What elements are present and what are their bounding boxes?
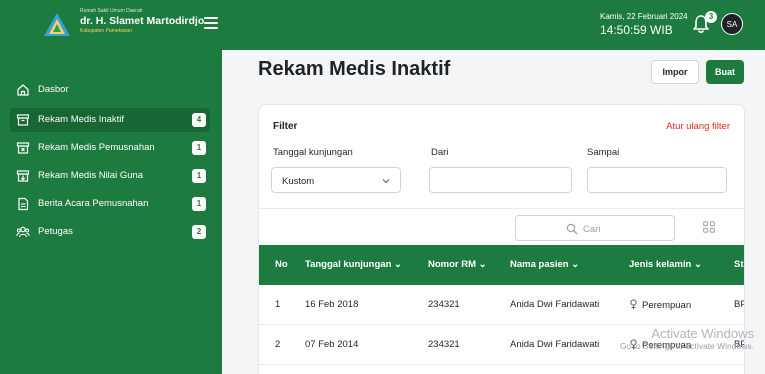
to-date-input[interactable]: [587, 167, 727, 193]
sidebar-item-dasbor[interactable]: Dasbor: [10, 78, 210, 102]
column-header-label: Nomor RM: [428, 259, 477, 270]
archive-icon: [16, 114, 30, 126]
search-input[interactable]: Cari: [515, 215, 675, 241]
sidebar-item-label: Rekam Medis Nilai Guna: [38, 170, 144, 181]
cell-no: 1: [275, 299, 281, 310]
sidebar-item-label: Rekam Medis Inaktif: [38, 114, 125, 125]
sidebar-item-petugas[interactable]: Petugas 2: [10, 220, 210, 244]
cell-rm-number: 234321: [428, 299, 460, 310]
column-header-label: Tanggal kunjungan: [305, 259, 392, 270]
create-button[interactable]: Buat: [706, 60, 744, 84]
cell-visit-date: 16 Feb 2018: [305, 299, 359, 310]
cell-patient-name: Anida Dwi Faridawati: [510, 299, 600, 310]
cell-status: BPJS: [734, 299, 744, 310]
menu-toggle-icon[interactable]: [204, 17, 218, 29]
visit-date-value: Kustom: [282, 176, 315, 187]
brand-name: dr. H. Slamet Martodirdjo: [80, 15, 205, 27]
column-header-label: Nama pasien: [510, 259, 569, 270]
sidebar-item-rekam-medis-pemusnahan[interactable]: Rekam Medis Pemusnahan 1: [10, 136, 210, 160]
datetime: Kamis, 22 Februari 2024 14:50:59 WIB: [600, 11, 688, 38]
sidebar-item-rekam-medis-inaktif[interactable]: Rekam Medis Inaktif 4: [10, 108, 210, 132]
filter-title: Filter: [273, 121, 298, 132]
column-header-visit-date[interactable]: Tanggal kunjungan ⌄: [305, 259, 402, 270]
count-badge: 4: [192, 113, 206, 127]
chevron-down-icon: ⌄: [478, 259, 487, 270]
cell-patient-name: Anida Dwi Faridawati: [510, 339, 600, 350]
avatar[interactable]: SA: [721, 13, 743, 35]
count-badge: 1: [192, 197, 206, 211]
reset-filter-link[interactable]: Atur ulang filter: [666, 121, 730, 132]
chevron-down-icon: ⌄: [693, 259, 702, 270]
chevron-down-icon: ⌄: [394, 259, 402, 270]
cell-no: 2: [275, 339, 281, 350]
document-icon: [18, 197, 29, 211]
brand-small: Rumah Sakit Umum Daerah: [80, 8, 143, 14]
current-time: 14:50:59 WIB: [600, 23, 673, 37]
cell-rm-number: 234321: [428, 339, 460, 350]
column-header-rm-number[interactable]: Nomor RM ⌄: [428, 259, 487, 270]
divider: [259, 208, 744, 209]
home-icon: [17, 84, 29, 96]
page-title: Rekam Medis Inaktif: [258, 58, 451, 80]
from-date-input[interactable]: [429, 167, 572, 193]
top-bar: Rumah Sakit Umum Daerah dr. H. Slamet Ma…: [0, 0, 765, 50]
brand-sub: Kabupaten Pamekasan: [80, 28, 132, 34]
count-badge: 1: [192, 169, 206, 183]
sidebar-item-berita-acara-pemusnahan[interactable]: Berita Acara Pemusnahan 1: [10, 192, 210, 216]
column-header-gender[interactable]: Jenis kelamin ⌄: [629, 259, 702, 270]
column-header-patient-name[interactable]: Nama pasien ⌄: [510, 259, 579, 270]
cell-gender: Perempuan: [629, 299, 691, 311]
search-placeholder: Cari: [583, 224, 601, 235]
records-card: Filter Atur ulang filter Tanggal kunjung…: [258, 104, 745, 374]
table-row[interactable]: 2 07 Feb 2014 234321 Anida Dwi Faridawat…: [259, 325, 744, 365]
import-button[interactable]: Impor: [651, 60, 699, 84]
count-badge: 1: [192, 141, 206, 155]
gender-label: Perempuan: [642, 340, 692, 351]
archive-down-icon: [16, 170, 30, 182]
visit-date-select[interactable]: Kustom: [271, 167, 401, 193]
female-icon: [630, 339, 637, 350]
archive-x-icon: [16, 142, 30, 154]
count-badge: 2: [192, 225, 206, 239]
sidebar-item-label: Berita Acara Pemusnahan: [38, 198, 149, 209]
grid-view-icon[interactable]: [703, 221, 715, 233]
chevron-down-icon: ⌄: [571, 259, 580, 270]
notification-badge: 3: [705, 11, 717, 23]
current-date: Kamis, 22 Februari 2024: [600, 12, 688, 21]
sidebar-item-label: Rekam Medis Pemusnahan: [38, 142, 155, 153]
female-icon: [630, 299, 637, 310]
column-header-status: Statu: [734, 259, 744, 270]
table-row[interactable]: 1 16 Feb 2018 234321 Anida Dwi Faridawat…: [259, 285, 744, 325]
sidebar-item-label: Dasbor: [38, 84, 69, 95]
sidebar: Dasbor Rekam Medis Inaktif 4 Rekam Medis…: [0, 50, 222, 374]
users-icon: [16, 226, 30, 238]
search-icon: [566, 223, 578, 235]
column-header-label: Jenis kelamin: [629, 259, 692, 270]
hospital-logo-icon: [44, 13, 70, 36]
cell-status: BPJS: [734, 339, 744, 350]
from-label: Dari: [431, 147, 449, 158]
chevron-down-icon: [382, 179, 390, 184]
to-label: Sampai: [587, 147, 620, 158]
column-header-no: No: [275, 259, 288, 270]
brand: Rumah Sakit Umum Daerah dr. H. Slamet Ma…: [80, 8, 204, 35]
sidebar-item-rekam-medis-nilai-guna[interactable]: Rekam Medis Nilai Guna 1: [10, 164, 210, 188]
cell-gender: Perempuan: [629, 339, 691, 351]
visit-date-label: Tanggal kunjungan: [273, 147, 353, 158]
gender-label: Perempuan: [642, 300, 692, 311]
sidebar-item-label: Petugas: [38, 226, 73, 237]
cell-visit-date: 07 Feb 2014: [305, 339, 359, 350]
table-header: No Tanggal kunjungan ⌄ Nomor RM ⌄ Nama p…: [259, 245, 744, 285]
